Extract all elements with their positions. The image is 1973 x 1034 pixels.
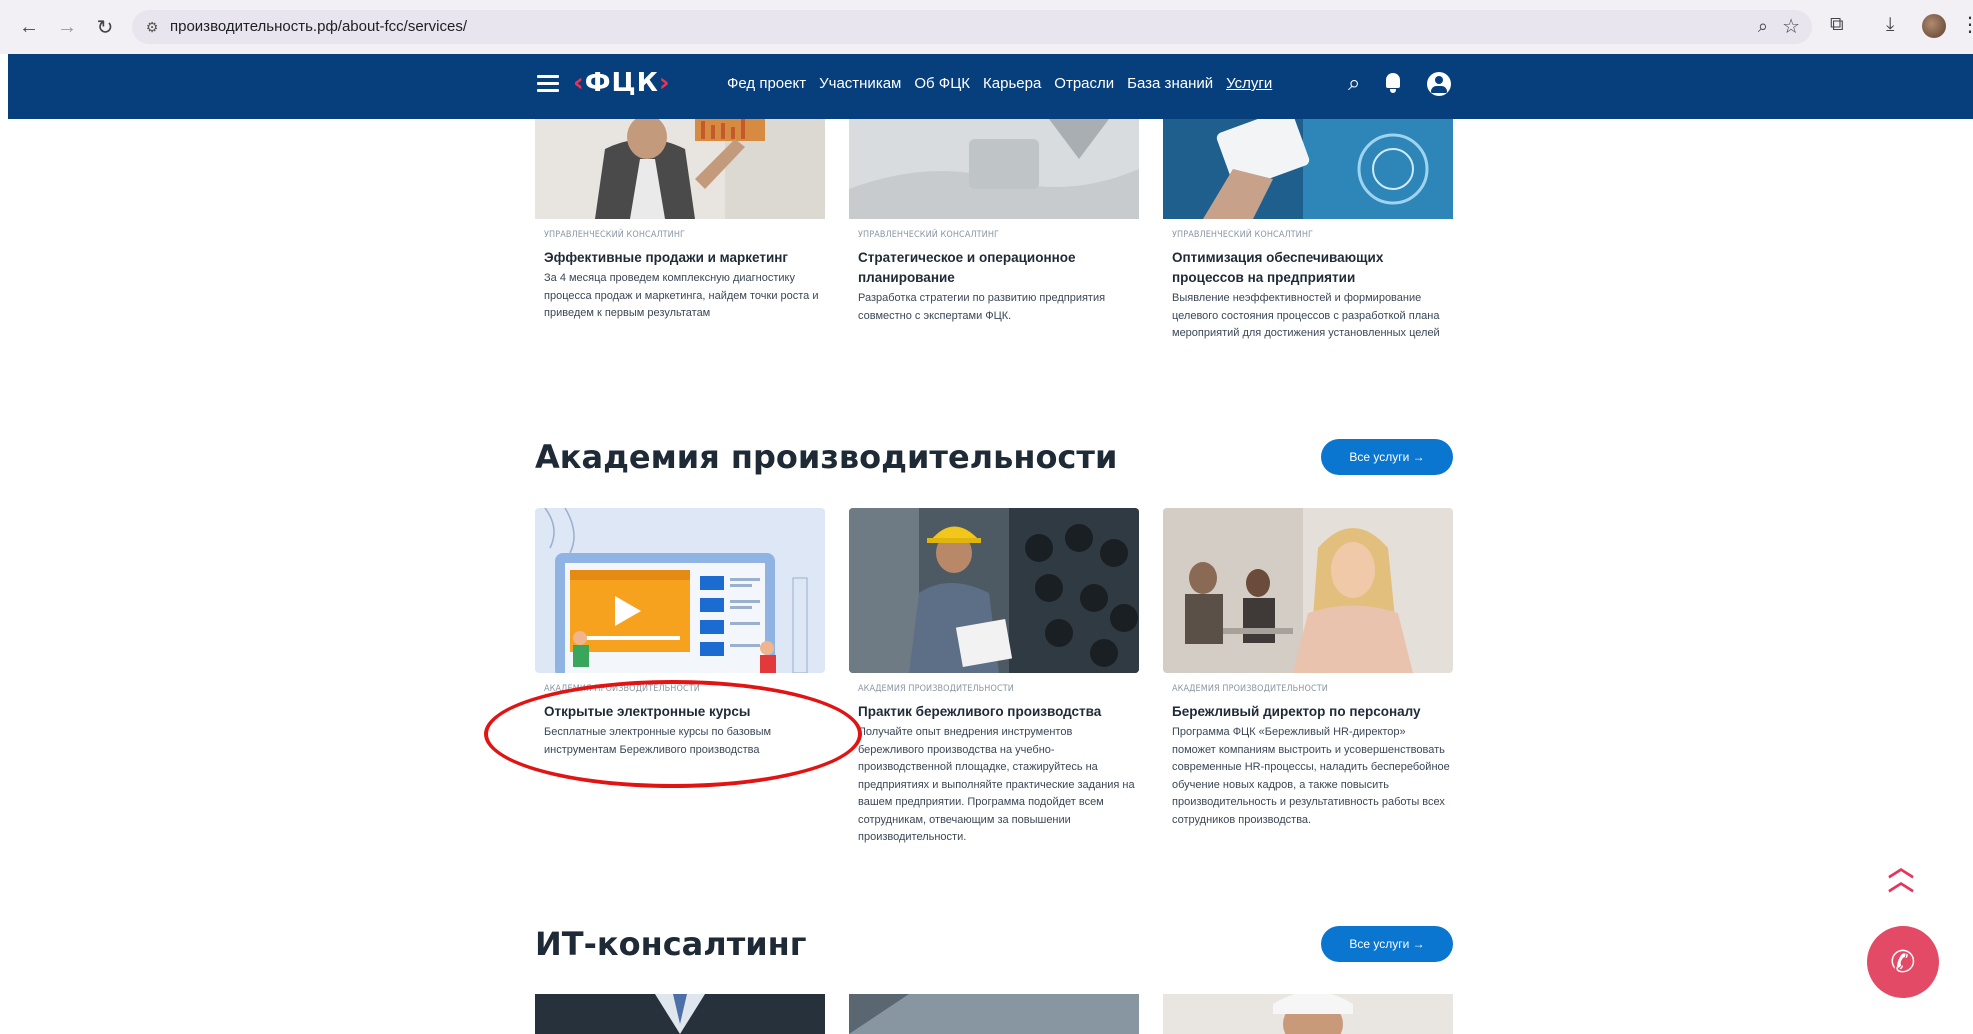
back-icon[interactable]: ← (16, 14, 42, 40)
phone-icon: ✆ (1890, 945, 1916, 979)
card-image-sales[interactable] (535, 119, 825, 219)
browser-menu-icon[interactable]: ⋮ (1960, 12, 1973, 37)
card-desc-hr-director: Программа ФЦК «Бережливый HR-директор» п… (1172, 726, 1450, 826)
url-text: производительность.рф/about-fcc/services… (170, 18, 467, 35)
scroll-to-top-icon[interactable]: ︿ ︿ (1887, 854, 1915, 894)
nav-services[interactable]: Услуги (1226, 75, 1272, 92)
user-account-icon[interactable] (1427, 72, 1451, 96)
nav-participants[interactable]: Участникам (819, 75, 901, 92)
card-image-courses[interactable] (535, 508, 825, 673)
address-bar[interactable]: ⚙ производительность.рф/about-fcc/servic… (132, 10, 1812, 44)
section-title-it: ИТ-консалтинг (535, 925, 807, 963)
card-title-hr-director[interactable]: Бережливый директор по персоналу (1172, 702, 1452, 722)
zoom-icon[interactable]: ⌕ (1758, 16, 1768, 37)
search-icon[interactable]: ⌕ (1348, 70, 1360, 96)
section-title-academy: Академия производительности (535, 438, 1118, 476)
nav-fed-project[interactable]: Фед проект (727, 75, 806, 92)
card-tag: Академия производительности (1172, 684, 1328, 694)
callback-phone-button[interactable]: ✆ (1867, 926, 1939, 998)
card-image-hr-director[interactable] (1163, 508, 1453, 673)
card-image-it-2[interactable] (849, 994, 1139, 1034)
card-desc-sales: За 4 месяца проведем комплексную диагнос… (544, 272, 819, 319)
extensions-icon[interactable]: ⧉ (1830, 14, 1844, 36)
nav-about[interactable]: Об ФЦК (914, 75, 970, 92)
highlight-annotation-ellipse (484, 680, 862, 788)
browser-toolbar: ← → ↻ ⚙ производительность.рф/about-fcc/… (0, 0, 1973, 54)
reload-icon[interactable]: ↻ (92, 14, 118, 40)
main-navigation: Фед проект Участникам Об ФЦК Карьера Отр… (727, 75, 1272, 92)
card-tag: Управленческий консалтинг (1172, 230, 1314, 240)
card-title-planning[interactable]: Стратегическое и операционное планирован… (858, 248, 1138, 288)
card-tag: Управленческий консалтинг (858, 230, 1000, 240)
card-image-it-3[interactable] (1163, 994, 1453, 1034)
card-image-lean-practitioner[interactable] (849, 508, 1139, 673)
card-title-optimization[interactable]: Оптимизация обеспечивающих процессов на … (1172, 248, 1452, 288)
profile-avatar[interactable] (1922, 14, 1946, 38)
card-image-optimization[interactable] (1163, 119, 1453, 219)
nav-knowledge-base[interactable]: База знаний (1127, 75, 1213, 92)
nav-industries[interactable]: Отрасли (1054, 75, 1114, 92)
site-settings-icon[interactable]: ⚙ (142, 17, 162, 37)
card-desc-planning: Разработка стратегии по развитию предпри… (858, 292, 1106, 322)
hamburger-menu-icon[interactable] (537, 75, 559, 93)
download-icon[interactable]: ⤓ (1886, 14, 1894, 36)
site-logo[interactable]: ‹ФЦК› (573, 68, 671, 98)
card-desc-lean-practitioner: Получайте опыт внедрения инструментов бе… (858, 726, 1135, 843)
card-tag: Управленческий консалтинг (544, 230, 686, 240)
card-image-planning[interactable] (849, 119, 1139, 219)
card-desc-optimization: Выявление неэффективностей и формировани… (1172, 292, 1440, 339)
card-title-lean-practitioner[interactable]: Практик бережливого производства (858, 702, 1138, 722)
forward-icon[interactable]: → (54, 14, 80, 40)
it-all-services-button[interactable]: Все услуги → (1321, 926, 1453, 962)
bell-icon[interactable] (1384, 73, 1402, 93)
card-title-sales[interactable]: Эффективные продажи и маркетинг (544, 248, 824, 268)
academy-all-services-button[interactable]: Все услуги → (1321, 439, 1453, 475)
bookmark-star-icon[interactable]: ☆ (1782, 14, 1800, 39)
nav-career[interactable]: Карьера (983, 75, 1041, 92)
card-tag: Академия производительности (858, 684, 1014, 694)
card-image-it-1[interactable] (535, 994, 825, 1034)
